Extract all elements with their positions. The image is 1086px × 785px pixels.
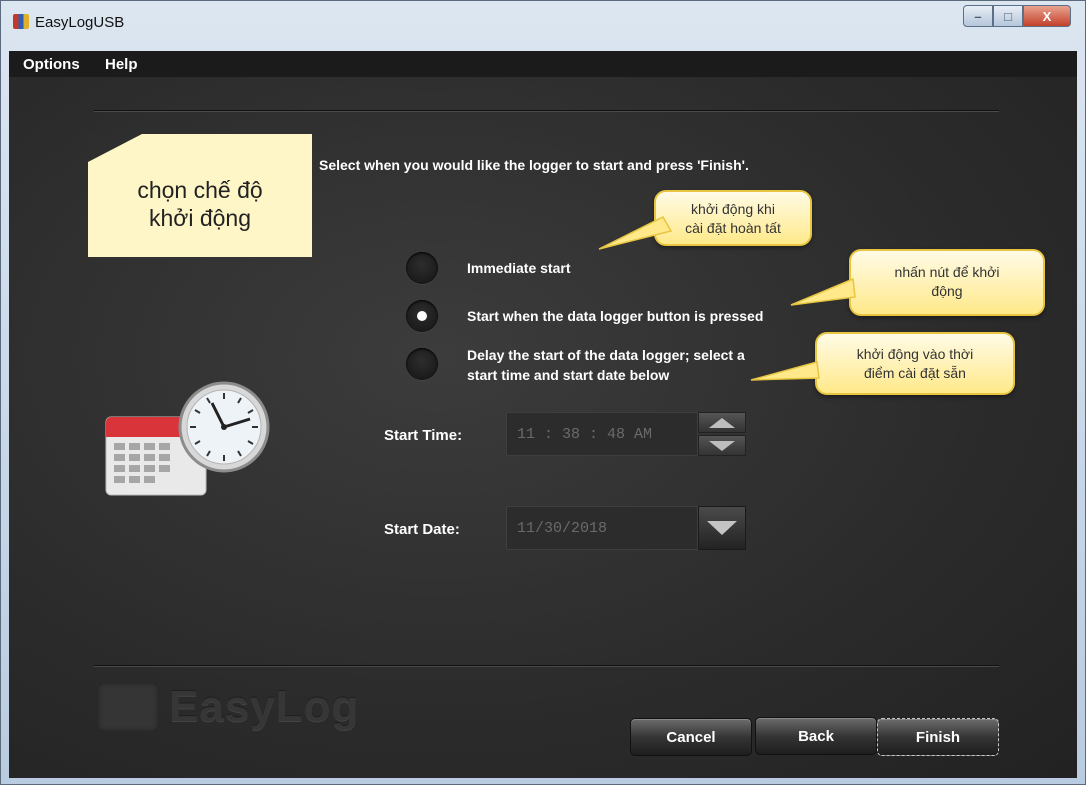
menu-bar: Options Help — [9, 51, 1077, 77]
cancel-button[interactable]: Cancel — [630, 718, 752, 756]
maximize-button[interactable]: □ — [993, 5, 1023, 27]
back-button[interactable]: Back — [755, 717, 877, 755]
arrow-up-icon — [709, 417, 735, 428]
callout-button-press-line2: động — [931, 283, 963, 299]
easylog-logo: EasyLog — [97, 679, 359, 735]
start-date-label: Start Date: — [384, 521, 460, 538]
minimize-button[interactable]: – — [963, 5, 993, 27]
wizard-panel: chọn chế độ khởi động Select when you wo… — [9, 77, 1077, 778]
time-spinner — [698, 412, 746, 456]
callout-button-press: nhấn nút để khởi động — [849, 249, 1045, 316]
radio-delayed-start[interactable] — [406, 348, 438, 380]
option-label-button-press[interactable]: Start when the data logger button is pre… — [467, 306, 763, 326]
window-controls: – □ X — [963, 5, 1071, 27]
note-fold-corner — [88, 134, 142, 162]
app-window: EasyLogUSB – □ X Options Help chọn chế đ… — [0, 0, 1086, 785]
clock-icon — [178, 381, 270, 473]
note-line-1: chọn chế độ — [137, 177, 263, 203]
start-time-field[interactable]: 11 : 38 : 48 AM — [506, 412, 698, 456]
easylog-logo-icon — [97, 682, 159, 732]
calendar-clock-graphic — [105, 381, 270, 496]
app-icon — [13, 14, 29, 29]
callout-immediate-line1: khởi động khi — [691, 201, 775, 217]
time-up-button[interactable] — [698, 412, 746, 433]
time-down-button[interactable] — [698, 435, 746, 456]
title-bar[interactable]: EasyLogUSB – □ X — [1, 1, 1085, 45]
arrow-down-icon — [709, 440, 735, 451]
start-date-field[interactable]: 11/30/2018 — [506, 506, 698, 550]
callout-delayed-tail — [750, 361, 820, 381]
top-divider — [94, 110, 999, 112]
instruction-text: Select when you would like the logger to… — [319, 157, 749, 173]
close-button[interactable]: X — [1023, 5, 1071, 27]
option-label-delayed-line1: Delay the start of the data logger; sele… — [467, 347, 745, 363]
callout-delayed-line1: khởi động vào thời — [856, 346, 974, 362]
callout-immediate-tail — [598, 216, 673, 250]
bottom-divider — [94, 665, 999, 667]
callout-immediate-line2: cài đặt hoàn tất — [685, 220, 781, 236]
chevron-down-icon — [707, 521, 737, 535]
window-title: EasyLogUSB — [35, 14, 125, 31]
radio-selected-dot — [417, 311, 427, 321]
menu-help[interactable]: Help — [105, 56, 138, 73]
note-line-2: khởi động — [148, 205, 252, 231]
finish-button[interactable]: Finish — [877, 718, 999, 756]
callout-delayed-line2: điểm cài đặt sẵn — [864, 365, 966, 381]
radio-immediate-start[interactable] — [406, 252, 438, 284]
option-label-delayed[interactable]: Delay the start of the data logger; sele… — [467, 345, 745, 385]
start-time-label: Start Time: — [384, 427, 463, 444]
menu-options[interactable]: Options — [23, 56, 80, 73]
callout-delayed: khởi động vào thời điểm cài đặt sẵn — [815, 332, 1015, 395]
option-label-immediate[interactable]: Immediate start — [467, 258, 570, 278]
brand-name: EasyLog — [169, 682, 360, 731]
sticky-note: chọn chế độ khởi động — [88, 134, 312, 257]
date-dropdown-button[interactable] — [698, 506, 746, 550]
callout-button-press-tail — [790, 277, 856, 306]
option-label-delayed-line2: start time and start date below — [467, 367, 670, 383]
callout-immediate: khởi động khi cài đặt hoàn tất — [654, 190, 812, 246]
radio-button-press-start[interactable] — [406, 300, 438, 332]
callout-button-press-line1: nhấn nút để khởi — [894, 264, 1000, 280]
